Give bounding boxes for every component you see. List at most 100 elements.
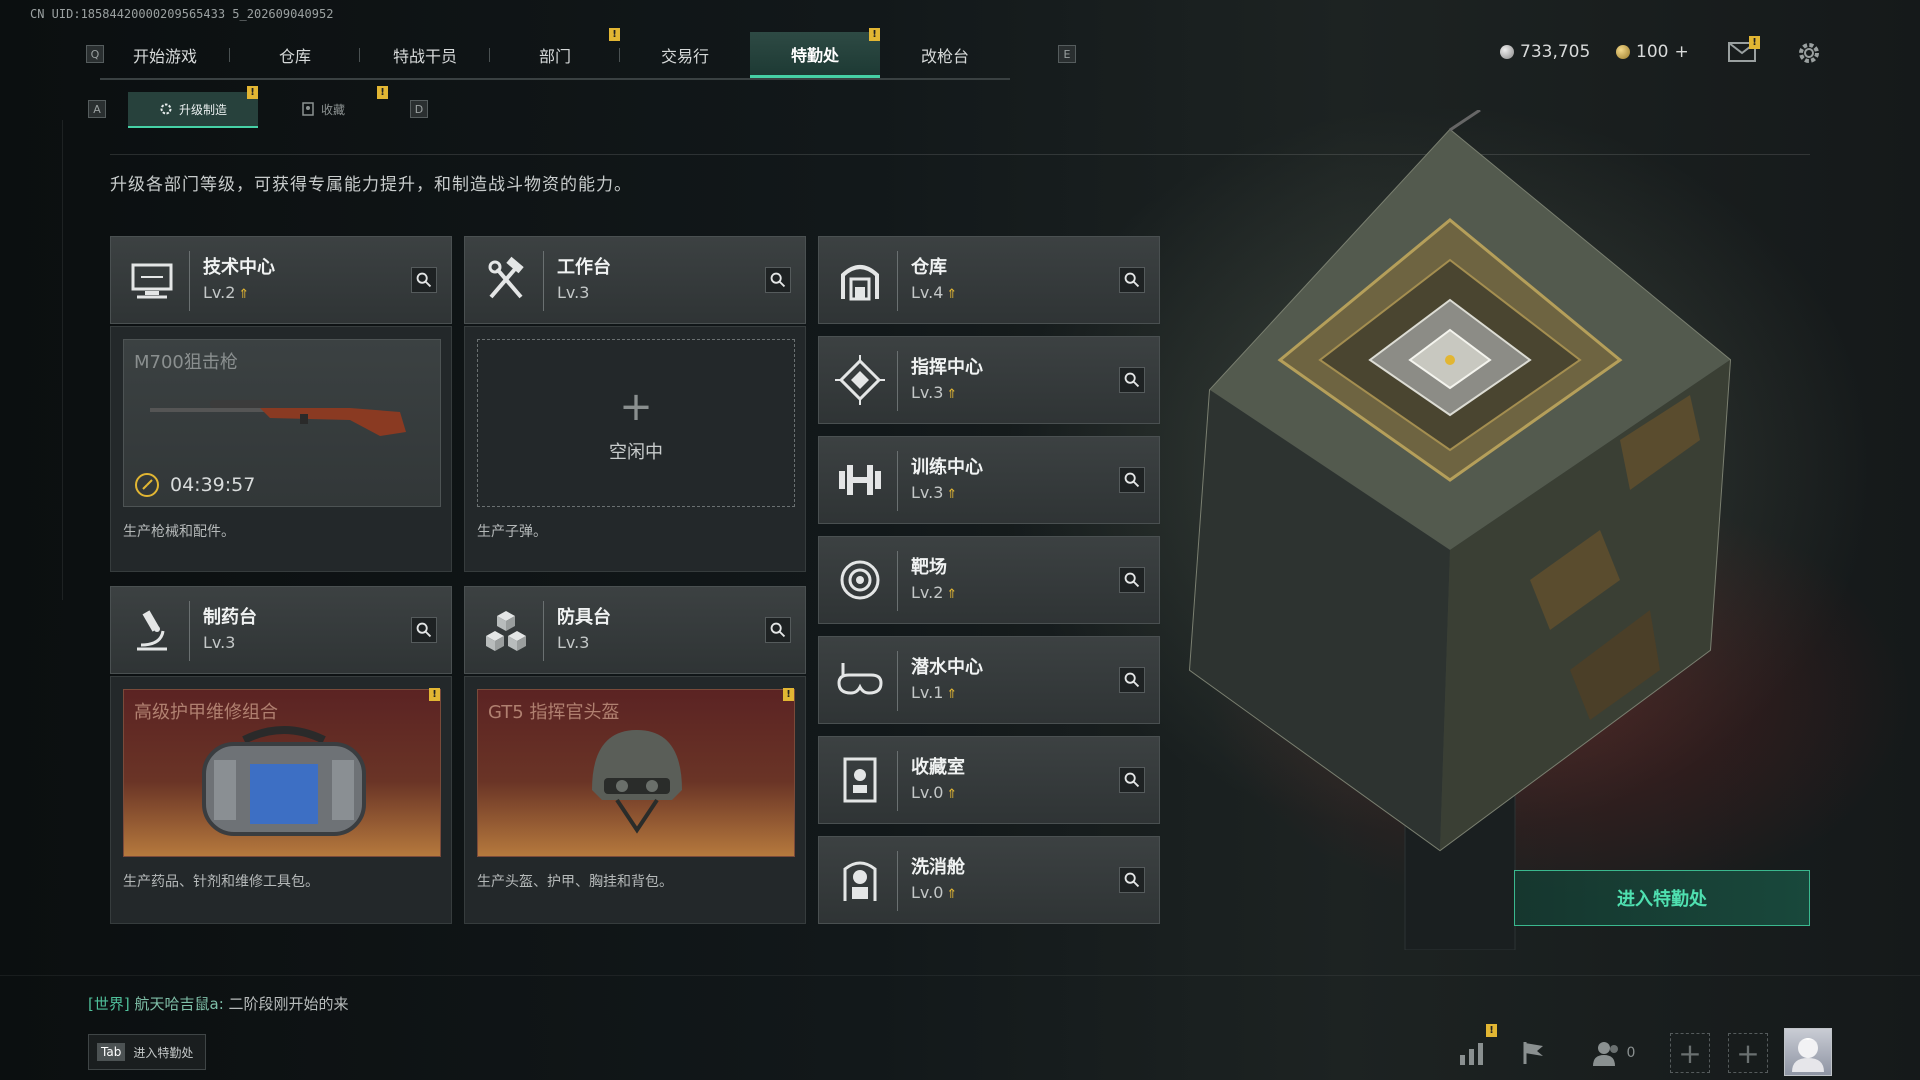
tab-enter-hint[interactable]: Tab 进入特勤处 bbox=[88, 1034, 206, 1070]
key-hint-a: A bbox=[88, 100, 106, 118]
card-dept-collection[interactable]: 收藏室 Lv.0 ⇑ bbox=[818, 736, 1160, 824]
tab-label: 特战干员 bbox=[392, 47, 457, 66]
coin-balance[interactable]: 733,705 bbox=[1500, 42, 1590, 62]
hammer-wrench-icon bbox=[488, 256, 524, 299]
display-case-icon bbox=[843, 757, 877, 803]
search-icon[interactable] bbox=[1119, 867, 1145, 893]
divider bbox=[897, 651, 898, 711]
flag-button[interactable] bbox=[1514, 1033, 1554, 1073]
coin-amount: 733,705 bbox=[1520, 42, 1591, 62]
empty-production-slot[interactable]: + 空闲中 bbox=[477, 339, 795, 507]
repair-kit-bag-image bbox=[202, 726, 366, 836]
card-dept-decontamination[interactable]: 洗消舱 Lv.0 ⇑ bbox=[818, 836, 1160, 924]
production-slot[interactable]: GT5 指挥官头盔 ! bbox=[477, 688, 795, 857]
chat-channel: [世界] bbox=[88, 995, 130, 1013]
helmet-image bbox=[592, 730, 682, 834]
dept-name: 防具台 bbox=[557, 607, 611, 628]
production-slot[interactable]: M700狙击枪 04:39:57 bbox=[123, 339, 441, 507]
add-squad-slot-button[interactable]: + bbox=[1670, 1033, 1710, 1073]
chat-line[interactable]: [世界] 航天哈吉鼠a: 二阶段刚开始的来 bbox=[88, 993, 349, 1014]
card-dept-command[interactable]: 指挥中心 Lv.3 ⇑ bbox=[818, 336, 1160, 424]
timer-value: 04:39:57 bbox=[170, 474, 256, 496]
card-armor-bench[interactable]: 防具台 Lv.3 bbox=[464, 586, 806, 674]
tab-start-game[interactable]: 开始游戏 bbox=[100, 32, 230, 78]
alert-badge: ! bbox=[377, 86, 388, 99]
timer-icon bbox=[135, 473, 159, 497]
dept-level: Lv.1 ⇑ bbox=[911, 683, 957, 702]
stats-button[interactable] bbox=[1452, 1033, 1492, 1073]
alert-badge: ! bbox=[783, 688, 794, 701]
search-icon[interactable] bbox=[1119, 467, 1145, 493]
search-icon[interactable] bbox=[411, 617, 437, 643]
friends-count: 0 bbox=[1626, 1045, 1636, 1061]
add-ticket-button[interactable]: + bbox=[1674, 42, 1688, 62]
search-icon[interactable] bbox=[765, 617, 791, 643]
search-icon[interactable] bbox=[1119, 267, 1145, 293]
bar-chart-icon bbox=[1460, 1043, 1483, 1065]
divider bbox=[62, 120, 63, 600]
chat-sender: 航天哈吉鼠a: bbox=[134, 995, 224, 1013]
level-value: Lv.2 bbox=[203, 283, 236, 302]
search-icon[interactable] bbox=[1119, 767, 1145, 793]
dept-name: 洗消舱 bbox=[911, 857, 965, 878]
divider bbox=[897, 751, 898, 811]
add-squad-slot-button[interactable]: + bbox=[1728, 1033, 1768, 1073]
upgrade-arrow-icon: ⇑ bbox=[946, 287, 958, 302]
tab-label: 开始游戏 bbox=[132, 47, 197, 66]
production-panel-pharmacy: 高级护甲维修组合 ! 生产药品、针剂和维修工具包。 bbox=[110, 676, 452, 924]
dept-level: Lv.2 ⇑ bbox=[911, 583, 957, 602]
top-nav: 开始游戏 仓库 特战干员 部门! 交易行 特勤处! 改枪台 bbox=[100, 28, 1010, 80]
monitor-icon bbox=[131, 263, 173, 299]
tab-trading[interactable]: 交易行 bbox=[620, 32, 750, 78]
tab-upgrade-craft[interactable]: 升级制造 ! bbox=[128, 86, 258, 128]
card-dept-diving[interactable]: 潜水中心 Lv.1 ⇑ bbox=[818, 636, 1160, 724]
tab-operators[interactable]: 特战干员 bbox=[360, 32, 490, 78]
dept-name: 指挥中心 bbox=[911, 357, 983, 378]
key-hint-d: D bbox=[410, 100, 428, 118]
tab-collection[interactable]: 收藏 ! bbox=[258, 86, 388, 126]
tab-department[interactable]: 部门! bbox=[490, 28, 620, 78]
gold-coin-icon bbox=[1616, 45, 1630, 59]
friends-button[interactable]: 0 bbox=[1584, 1033, 1644, 1073]
tab-warehouse[interactable]: 仓库 bbox=[230, 32, 360, 78]
page-description: 升级各部门等级，可获得专属能力提升，和制造战斗物资的能力。 bbox=[110, 175, 632, 195]
card-dept-warehouse[interactable]: 仓库 Lv.4 ⇑ bbox=[818, 236, 1160, 324]
tab-special-ops[interactable]: 特勤处! bbox=[750, 28, 880, 78]
card-dept-training[interactable]: 训练中心 Lv.3 ⇑ bbox=[818, 436, 1160, 524]
level-value: Lv.3 bbox=[203, 633, 236, 652]
warehouse-icon bbox=[841, 265, 879, 301]
friends-icon bbox=[1592, 1042, 1618, 1066]
card-workbench[interactable]: 工作台 Lv.3 bbox=[464, 236, 806, 324]
search-icon[interactable] bbox=[1119, 567, 1145, 593]
avatar[interactable] bbox=[1784, 1028, 1832, 1076]
alert-badge: ! bbox=[609, 28, 620, 41]
diving-mask-icon bbox=[837, 663, 883, 695]
search-icon[interactable] bbox=[1119, 667, 1145, 693]
production-slot[interactable]: 高级护甲维修组合 ! bbox=[123, 688, 441, 857]
card-tech-center[interactable]: 技术中心 Lv.2 ⇑ bbox=[110, 236, 452, 324]
level-value: Lv.4 bbox=[911, 283, 944, 302]
ticket-balance[interactable]: 100 + bbox=[1616, 42, 1689, 62]
production-panel-tech: M700狙击枪 04:39:57 生产枪械和配件。 bbox=[110, 326, 452, 572]
gear-icon bbox=[160, 103, 172, 115]
add-icon: + bbox=[619, 384, 653, 430]
card-dept-range[interactable]: 靶场 Lv.2 ⇑ bbox=[818, 536, 1160, 624]
search-icon[interactable] bbox=[1119, 367, 1145, 393]
tab-label: 交易行 bbox=[660, 47, 709, 66]
search-icon[interactable] bbox=[411, 267, 437, 293]
dept-name: 仓库 bbox=[911, 257, 947, 278]
gear-icon[interactable] bbox=[1796, 40, 1822, 66]
alert-badge: ! bbox=[429, 688, 440, 701]
tab-label: 特勤处 bbox=[790, 45, 839, 65]
dept-level: Lv.3 bbox=[203, 633, 235, 652]
dept-name: 工作台 bbox=[557, 257, 611, 278]
tab-gunsmith[interactable]: 改枪台 bbox=[880, 32, 1010, 78]
search-icon[interactable] bbox=[765, 267, 791, 293]
microscope-icon bbox=[137, 610, 167, 651]
craft-timer: 04:39:57 bbox=[134, 472, 255, 498]
sub-nav: 升级制造 ! 收藏 ! bbox=[128, 86, 388, 128]
alert-badge: ! bbox=[247, 86, 258, 99]
enter-special-ops-button[interactable]: 进入特勤处 bbox=[1514, 870, 1810, 926]
level-value: Lv.1 bbox=[911, 683, 944, 702]
card-pharmacy[interactable]: 制药台 Lv.3 bbox=[110, 586, 452, 674]
